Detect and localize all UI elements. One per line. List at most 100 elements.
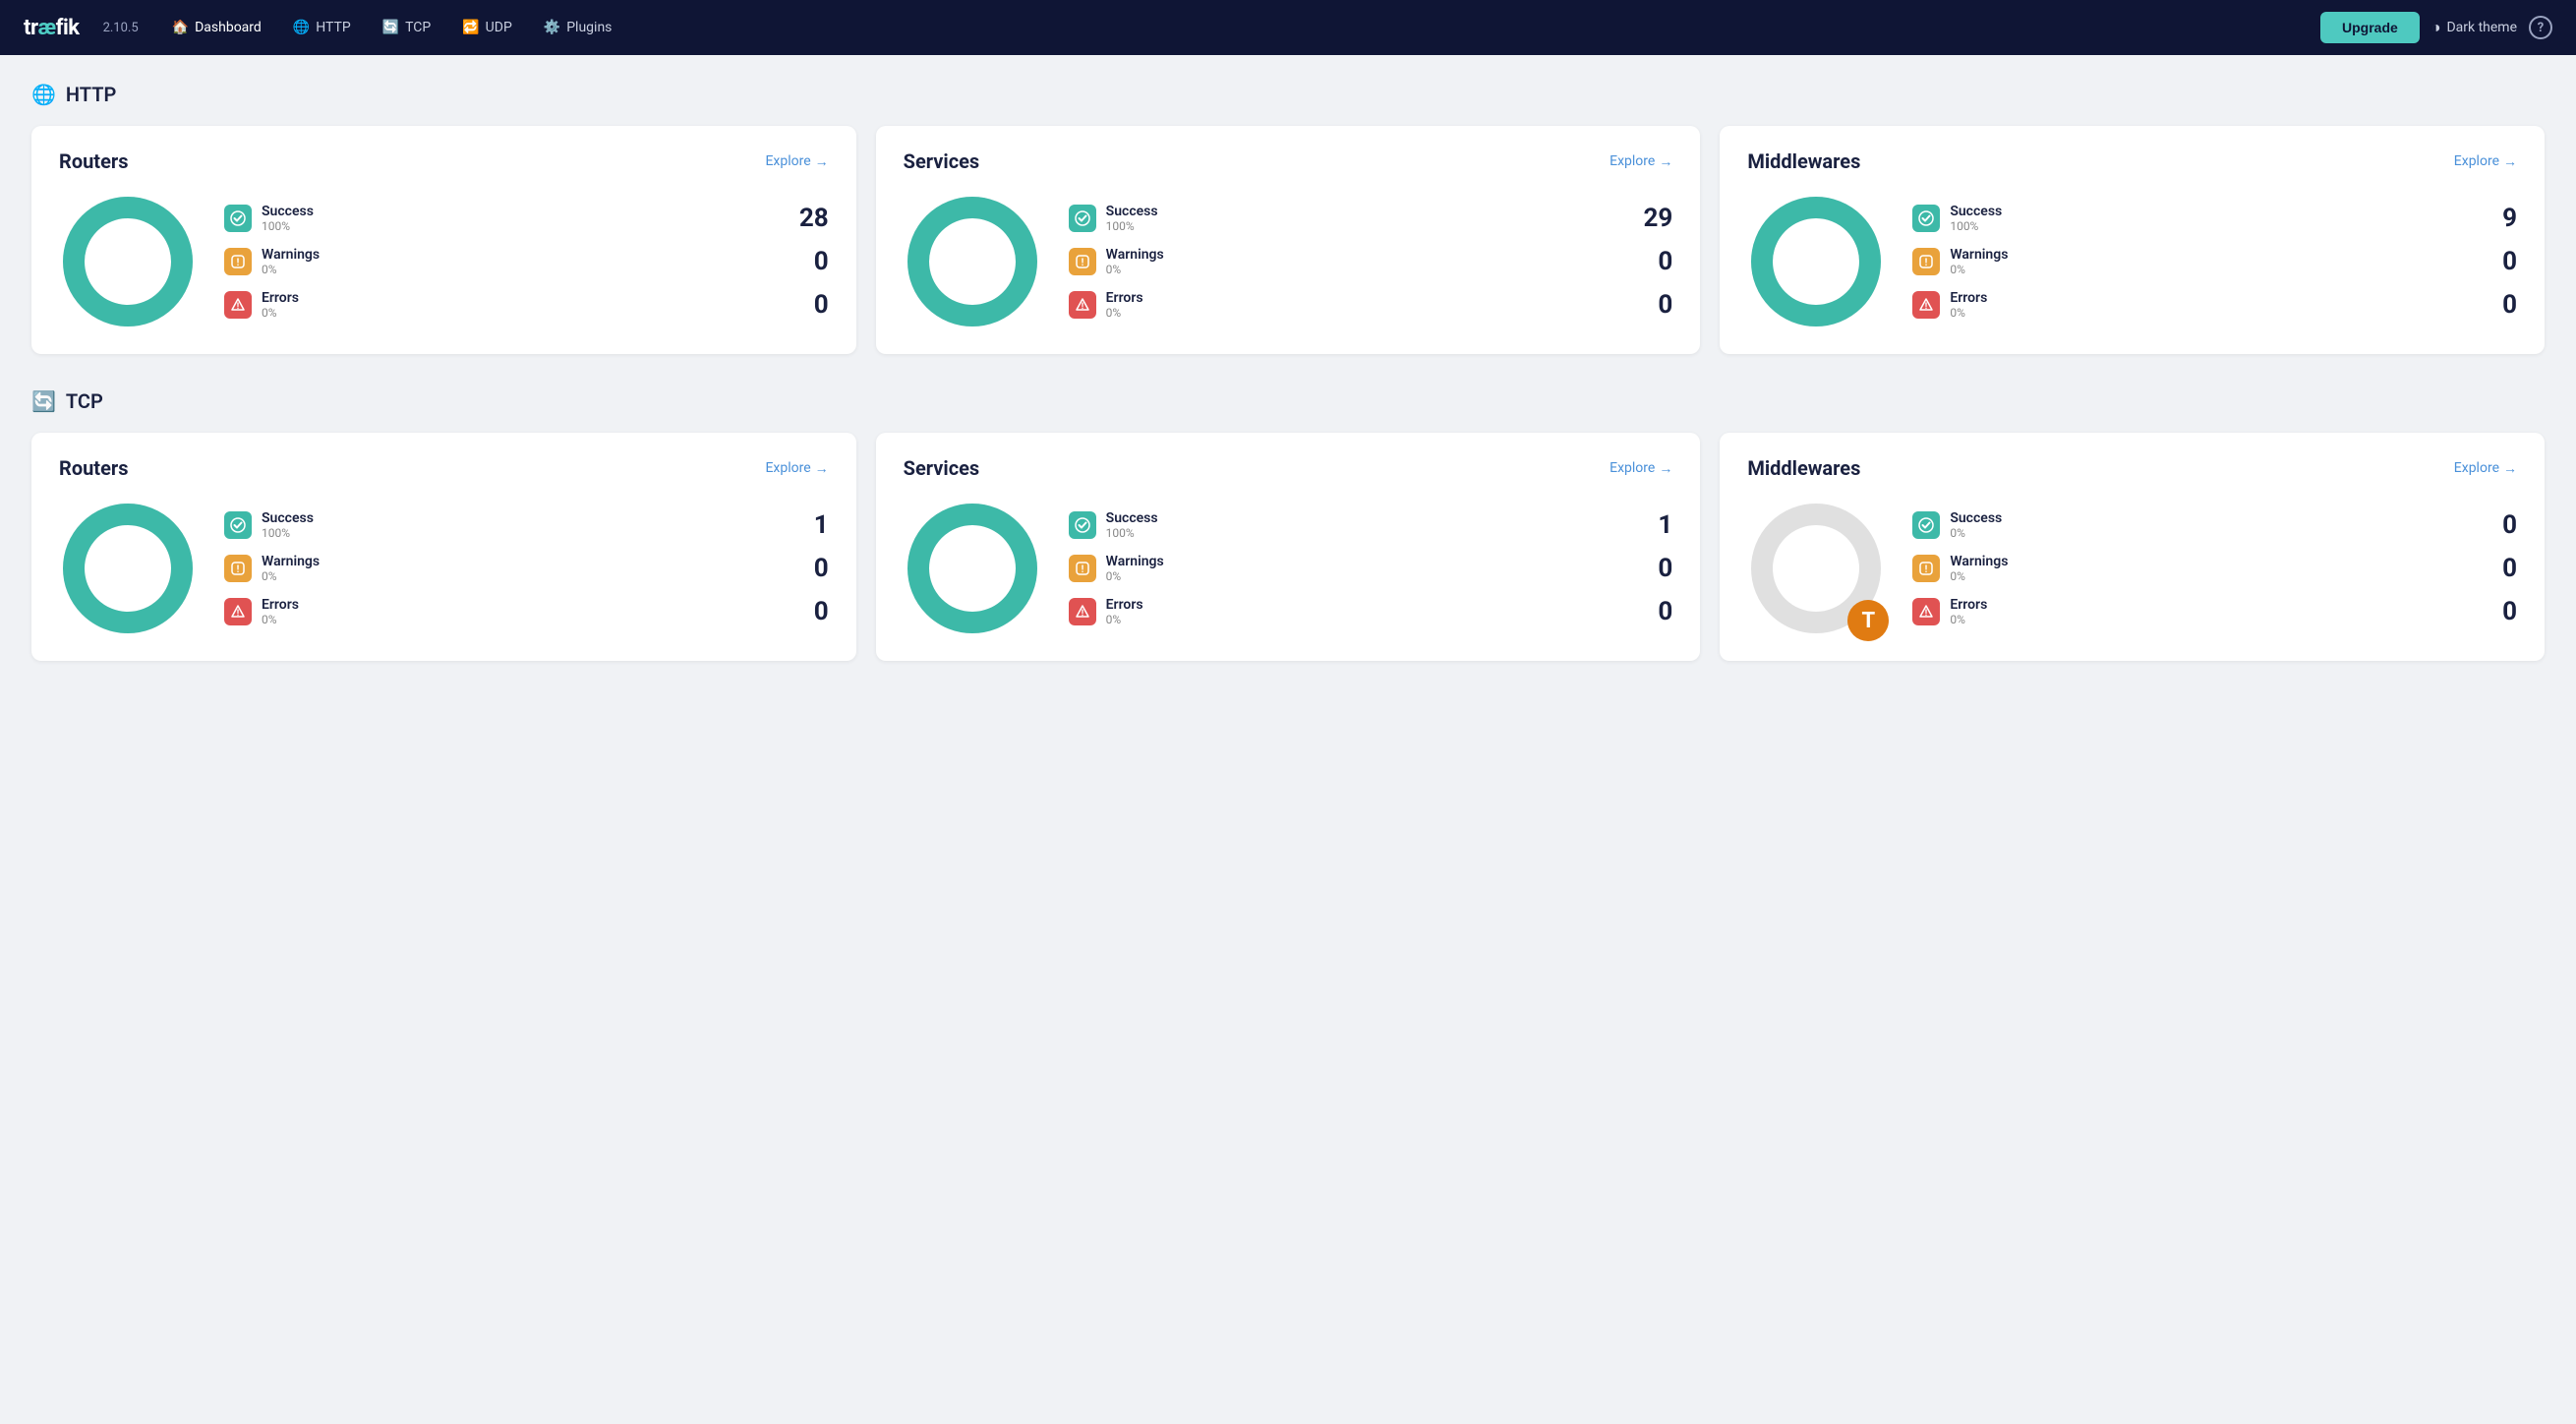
tcp-services-card-header: Services Explore → bbox=[904, 456, 1673, 480]
http-routers-card-header: Routers Explore → bbox=[59, 149, 829, 173]
dark-theme-toggle[interactable]: ◑ Dark theme bbox=[2431, 18, 2517, 37]
legend-errors: ! Errors 0% 0 bbox=[224, 597, 829, 626]
http-routers-title: Routers bbox=[59, 149, 128, 173]
tcp-services-body: Success 100% 1 ! Warnings 0% 0 bbox=[904, 500, 1673, 637]
tcp-routers-body: Success 100% 1 ! Warnings 0% 0 bbox=[59, 500, 829, 637]
legend-success: Success 100% 29 bbox=[1069, 204, 1673, 233]
success-icon bbox=[1069, 205, 1096, 232]
legend-success: Success 100% 1 bbox=[224, 510, 829, 540]
legend-errors: ! Errors 0% 0 bbox=[1069, 597, 1673, 626]
main-content: 🌐 HTTP Routers Explore → bbox=[0, 55, 2576, 696]
refresh-icon: 🔁 bbox=[462, 20, 479, 35]
cycle-icon: 🔄 bbox=[382, 20, 399, 35]
legend-errors: ! Errors 0% 0 bbox=[1912, 290, 2517, 320]
success-icon bbox=[1912, 205, 1940, 232]
tcp-routers-legend: Success 100% 1 ! Warnings 0% 0 bbox=[224, 510, 829, 626]
http-middlewares-explore[interactable]: Explore → bbox=[2454, 153, 2517, 170]
arrow-icon: → bbox=[815, 460, 829, 477]
errors-text: Errors 0% bbox=[262, 290, 791, 320]
error-icon: ! bbox=[224, 291, 252, 319]
warnings-text: Warnings 0% bbox=[1106, 554, 1636, 583]
http-cards-row: Routers Explore → bbox=[31, 126, 2545, 354]
arrow-icon: → bbox=[1659, 460, 1672, 477]
svg-text:!: ! bbox=[237, 564, 240, 575]
error-icon: ! bbox=[1912, 598, 1940, 625]
svg-text:!: ! bbox=[1081, 609, 1083, 619]
http-routers-card: Routers Explore → bbox=[31, 126, 856, 354]
svg-text:!: ! bbox=[1925, 564, 1928, 575]
tcp-middlewares-donut: T bbox=[1747, 500, 1885, 637]
help-icon[interactable]: ? bbox=[2529, 16, 2552, 39]
http-services-card: Services Explore → bbox=[876, 126, 1701, 354]
success-icon bbox=[224, 205, 252, 232]
nav-version: 2.10.5 bbox=[103, 21, 139, 35]
legend-warnings: ! Warnings 0% 0 bbox=[224, 554, 829, 583]
tcp-middlewares-body: T Success 0% 0 bbox=[1747, 500, 2517, 637]
warning-icon: ! bbox=[1069, 248, 1096, 275]
errors-text: Errors 0% bbox=[1950, 290, 2480, 320]
warnings-text: Warnings 0% bbox=[262, 247, 791, 276]
legend-warnings: ! Warnings 0% 0 bbox=[1069, 247, 1673, 276]
tcp-services-card: Services Explore → bbox=[876, 433, 1701, 661]
http-services-title: Services bbox=[904, 149, 980, 173]
nav-item-tcp[interactable]: 🔄 TCP bbox=[369, 14, 445, 41]
errors-text: Errors 0% bbox=[1106, 597, 1636, 626]
tcp-routers-explore[interactable]: Explore → bbox=[765, 460, 828, 477]
warnings-text: Warnings 0% bbox=[1106, 247, 1636, 276]
warnings-text: Warnings 0% bbox=[1950, 247, 2480, 276]
tcp-middlewares-title: Middlewares bbox=[1747, 456, 1860, 480]
svg-text:!: ! bbox=[1925, 302, 1927, 312]
legend-warnings: ! Warnings 0% 0 bbox=[1912, 554, 2517, 583]
nav-logo: træfik bbox=[24, 16, 80, 40]
tcp-section-header: 🔄 TCP bbox=[31, 389, 2545, 413]
legend-success: Success 0% 0 bbox=[1912, 510, 2517, 540]
success-text: Success 100% bbox=[262, 510, 791, 540]
arrow-icon: → bbox=[2503, 153, 2517, 170]
logo-text: træfik bbox=[24, 16, 80, 40]
svg-text:!: ! bbox=[1081, 258, 1083, 268]
http-routers-explore[interactable]: Explore → bbox=[765, 153, 828, 170]
http-section-icon: 🌐 bbox=[31, 83, 56, 106]
legend-errors: ! Errors 0% 0 bbox=[1069, 290, 1673, 320]
warning-icon: ! bbox=[1069, 555, 1096, 582]
error-icon: ! bbox=[224, 598, 252, 625]
legend-errors: ! Errors 0% 0 bbox=[1912, 597, 2517, 626]
http-section-header: 🌐 HTTP bbox=[31, 83, 2545, 106]
nav-item-plugins[interactable]: ⚙️ Plugins bbox=[530, 14, 626, 41]
legend-errors: ! Errors 0% 0 bbox=[224, 290, 829, 320]
tcp-services-title: Services bbox=[904, 456, 980, 480]
http-services-explore[interactable]: Explore → bbox=[1610, 153, 1672, 170]
nav-item-dashboard[interactable]: 🏠 Dashboard bbox=[158, 14, 275, 41]
tcp-services-legend: Success 100% 1 ! Warnings 0% 0 bbox=[1069, 510, 1673, 626]
nav-item-udp[interactable]: 🔁 UDP bbox=[448, 14, 526, 41]
tcp-middlewares-explore[interactable]: Explore → bbox=[2454, 460, 2517, 477]
success-icon bbox=[1912, 511, 1940, 539]
tcp-section-title: TCP bbox=[66, 389, 103, 413]
warning-icon: ! bbox=[224, 248, 252, 275]
nav-items: 🏠 Dashboard 🌐 HTTP 🔄 TCP 🔁 UDP ⚙️ Plugin… bbox=[158, 14, 2313, 41]
nav-item-http[interactable]: 🌐 HTTP bbox=[279, 14, 365, 41]
errors-text: Errors 0% bbox=[1950, 597, 2480, 626]
legend-success: Success 100% 9 bbox=[1912, 204, 2517, 233]
errors-text: Errors 0% bbox=[262, 597, 791, 626]
svg-text:!: ! bbox=[1081, 302, 1083, 312]
warnings-text: Warnings 0% bbox=[262, 554, 791, 583]
http-services-legend: Success 100% 29 ! Warnings 0% 0 bbox=[1069, 204, 1673, 320]
tcp-routers-title: Routers bbox=[59, 456, 128, 480]
arrow-icon: → bbox=[2503, 460, 2517, 477]
http-services-donut bbox=[904, 193, 1041, 330]
svg-text:!: ! bbox=[1081, 564, 1083, 575]
upgrade-button[interactable]: Upgrade bbox=[2320, 12, 2420, 43]
warning-icon: ! bbox=[1912, 248, 1940, 275]
http-routers-donut bbox=[59, 193, 197, 330]
tcp-routers-card-header: Routers Explore → bbox=[59, 456, 829, 480]
http-middlewares-card: Middlewares Explore → bbox=[1720, 126, 2545, 354]
warnings-text: Warnings 0% bbox=[1950, 554, 2480, 583]
tcp-middlewares-card: Middlewares Explore → T bbox=[1720, 433, 2545, 661]
navbar: træfik 2.10.5 🏠 Dashboard 🌐 HTTP 🔄 TCP 🔁… bbox=[0, 0, 2576, 55]
nav-right: Upgrade ◑ Dark theme ? bbox=[2320, 12, 2552, 43]
errors-text: Errors 0% bbox=[1106, 290, 1636, 320]
tcp-services-explore[interactable]: Explore → bbox=[1610, 460, 1672, 477]
tcp-cards-row: Routers Explore → bbox=[31, 433, 2545, 661]
http-middlewares-title: Middlewares bbox=[1747, 149, 1860, 173]
